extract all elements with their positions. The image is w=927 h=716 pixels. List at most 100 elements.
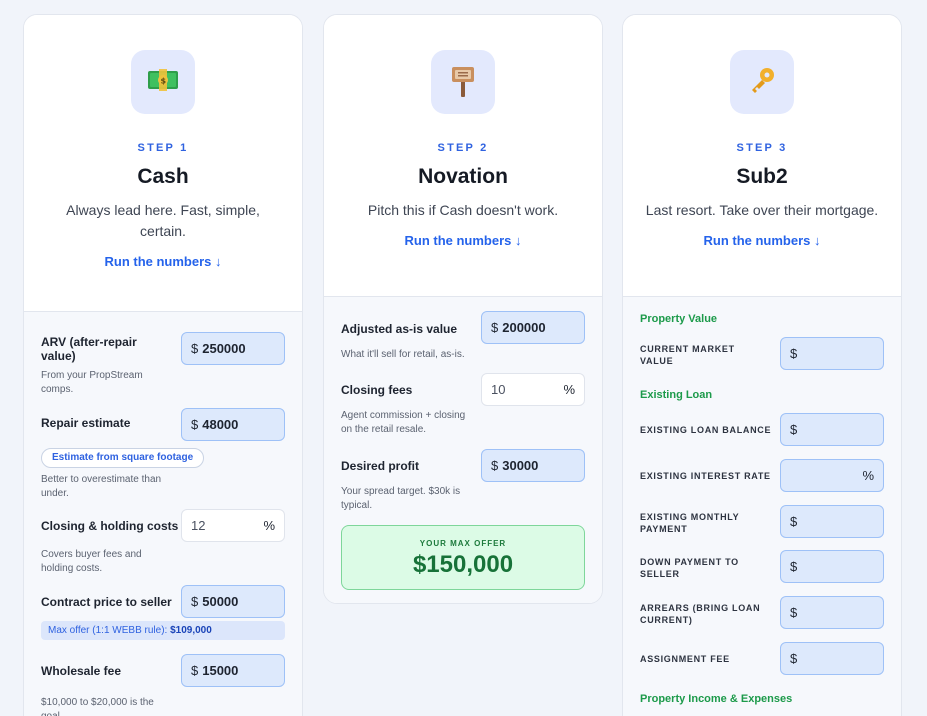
down-payment-row: DOWN PAYMENT TO SELLER $ [640, 550, 884, 584]
currency-prefix: $ [790, 605, 798, 620]
cash-calculator: ARV (after-repair value) From your PropS… [24, 311, 302, 716]
run-numbers-link[interactable]: Run the numbers ↓ [703, 233, 820, 248]
arv-input[interactable]: $ 250000 [181, 332, 285, 365]
contract-label: Contract price to seller [41, 595, 172, 609]
max-offer-value: $150,000 [412, 551, 514, 578]
wholesale-input[interactable]: $ 15000 [181, 654, 285, 687]
novation-calculator: Adjusted as-is value $ 200000 What it'll… [324, 296, 602, 603]
currency-prefix: $ [790, 651, 798, 666]
run-numbers-link[interactable]: Run the numbers ↓ [104, 254, 221, 269]
section-property-value: Property Value [640, 313, 718, 325]
cash-card: $ $ STEP 1 Cash Always lead here. Fast, … [23, 14, 303, 716]
max-offer-box: YOUR MAX OFFER $150,000 [341, 525, 585, 590]
step-label: STEP 2 [437, 142, 489, 154]
down-payment-label: DOWN PAYMENT TO SELLER [640, 557, 739, 579]
max-offer-note-value: $109,000 [170, 625, 212, 636]
profit-value: 30000 [502, 458, 539, 473]
closing-fees-value: 10 [491, 382, 506, 397]
sub2-card-header: STEP 3 Sub2 Last resort. Take over their… [623, 15, 901, 295]
novation-icon-box [431, 50, 495, 114]
adjusted-help: What it'll sell for retail, as-is. [341, 349, 465, 360]
profit-help: Your spread target. $30k is typical. [341, 486, 461, 511]
arrears-label: ARREARS (BRING LOAN CURRENT) [640, 603, 761, 625]
currency-prefix: $ [491, 458, 499, 473]
assignment-fee-input[interactable]: $ [780, 642, 884, 675]
percent-suffix: % [563, 382, 575, 397]
assignment-fee-row: ASSIGNMENT FEE $ [640, 642, 884, 676]
currency-prefix: $ [191, 417, 199, 432]
loan-balance-row: EXISTING LOAN BALANCE $ [640, 413, 884, 447]
step-label: STEP 3 [736, 142, 788, 154]
repair-help: Better to overestimate than under. [41, 474, 162, 499]
closing-value: 12 [191, 518, 206, 533]
currency-prefix: $ [191, 594, 199, 609]
card-title: Sub2 [736, 165, 788, 188]
closing-label: Closing & holding costs [41, 519, 179, 533]
svg-text:$: $ [161, 76, 167, 85]
wholesale-row: Wholesale fee $ 15000 $10,000 to $20,000… [41, 654, 285, 716]
repair-row: Repair estimate $ 48000 Estimate from sq… [41, 406, 285, 501]
loan-balance-input[interactable]: $ [780, 413, 884, 446]
percent-suffix: % [263, 518, 275, 533]
currency-prefix: $ [790, 559, 798, 574]
contract-row: Contract price to seller $ 50000 Max off… [41, 585, 285, 643]
repair-label: Repair estimate [41, 416, 131, 430]
closing-fees-row: Closing fees 10 % Agent commission + clo… [341, 373, 585, 443]
currency-prefix: $ [790, 422, 798, 437]
cash-icon-box: $ $ [131, 50, 195, 114]
currency-prefix: $ [191, 341, 199, 356]
arv-label: ARV (after-repair value) [41, 335, 137, 363]
step-label: STEP 1 [137, 142, 189, 154]
cash-card-header: $ $ STEP 1 Cash Always lead here. Fast, … [24, 15, 302, 295]
card-description: Always lead here. Fast, simple, certain. [66, 202, 260, 239]
market-value-row: CURRENT MARKET VALUE $ [640, 337, 884, 371]
interest-rate-input[interactable]: % [780, 459, 884, 492]
card-description: Last resort. Take over their mortgage. [645, 202, 879, 218]
arrears-row: ARREARS (BRING LOAN CURRENT) $ [640, 596, 884, 630]
arv-help: From your PropStream comps. [41, 370, 143, 395]
arv-row: ARV (after-repair value) From your PropS… [41, 330, 285, 395]
card-description: Pitch this if Cash doesn't work. [367, 202, 559, 218]
sub2-icon-box [730, 50, 794, 114]
adjusted-value: 200000 [502, 320, 546, 335]
profit-input[interactable]: $ 30000 [481, 449, 585, 482]
closing-fees-help: Agent commission + closing on the retail… [341, 410, 466, 435]
estimate-sqft-button[interactable]: Estimate from square footage [41, 448, 205, 468]
closing-fees-input[interactable]: 10 % [481, 373, 585, 406]
loan-balance-label: EXISTING LOAN BALANCE [640, 425, 772, 435]
monthly-payment-input[interactable]: $ [780, 505, 884, 538]
percent-suffix: % [862, 468, 874, 483]
wholesale-value: 15000 [202, 663, 239, 678]
adjusted-row: Adjusted as-is value $ 200000 What it'll… [341, 311, 585, 371]
contract-value: 50000 [202, 594, 239, 609]
contract-input[interactable]: $ 50000 [181, 585, 285, 618]
max-offer-label: YOUR MAX OFFER [419, 539, 507, 548]
max-offer-note: Max offer (1:1 WEBB rule): $109,000 [41, 621, 285, 640]
wholesale-label: Wholesale fee [41, 664, 122, 678]
max-offer-note-text: Max offer (1:1 WEBB rule): [48, 625, 171, 636]
novation-card-header: STEP 2 Novation Pitch this if Cash doesn… [324, 15, 602, 295]
market-value-input[interactable]: $ [780, 337, 884, 370]
monthly-payment-row: EXISTING MONTHLY PAYMENT $ [640, 505, 884, 539]
adjusted-label: Adjusted as-is value [341, 322, 458, 336]
key-icon [747, 65, 777, 100]
currency-prefix: $ [790, 346, 798, 361]
arv-value: 250000 [202, 341, 246, 356]
arrears-input[interactable]: $ [780, 596, 884, 629]
card-title: Novation [418, 165, 508, 188]
section-existing-loan: Existing Loan [640, 389, 713, 401]
adjusted-input[interactable]: $ 200000 [481, 311, 585, 344]
cash-icon: $ $ [148, 68, 178, 96]
closing-input[interactable]: 12 % [181, 509, 285, 542]
profit-row: Desired profit $ 30000 Your spread targe… [341, 449, 585, 519]
market-value-label: CURRENT MARKET VALUE [640, 344, 735, 366]
currency-prefix: $ [790, 514, 798, 529]
profit-label: Desired profit [341, 459, 420, 473]
sign-post-icon [449, 63, 477, 102]
down-payment-input[interactable]: $ [780, 550, 884, 583]
repair-value: 48000 [202, 417, 239, 432]
run-numbers-link[interactable]: Run the numbers ↓ [404, 233, 521, 248]
monthly-payment-label: EXISTING MONTHLY PAYMENT [640, 512, 740, 534]
repair-input[interactable]: $ 48000 [181, 408, 285, 441]
card-title: Cash [137, 165, 189, 188]
